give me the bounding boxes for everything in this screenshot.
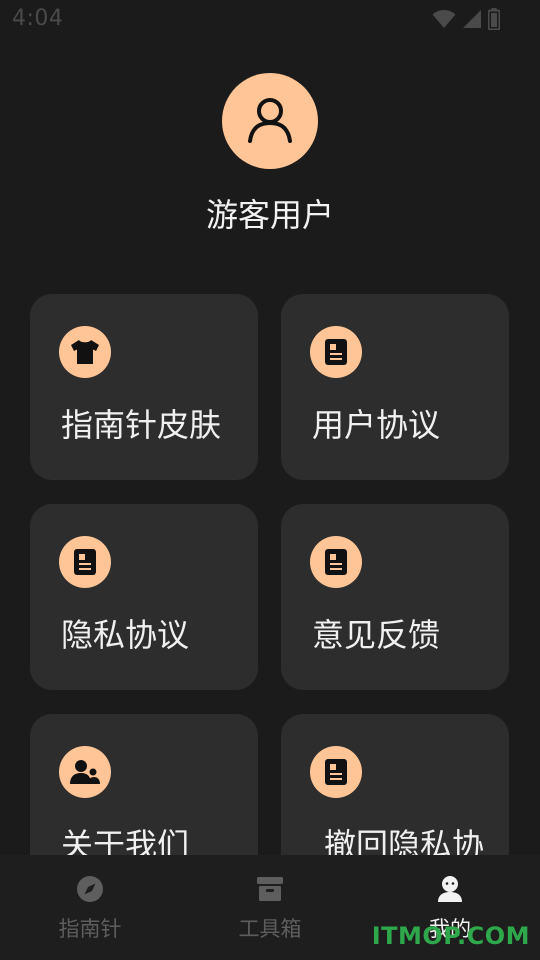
card-label: 关于我们 (61, 826, 190, 855)
card-privacy-policy[interactable]: 隐私协议 (30, 504, 258, 690)
document-icon (310, 536, 362, 588)
battery-icon (488, 8, 500, 30)
people-icon (59, 746, 111, 798)
document-icon (59, 536, 111, 588)
card-label: 隐私协议 (61, 616, 190, 654)
card-revoke-privacy[interactable]: 撤回隐私协 (281, 714, 509, 855)
card-compass-skin[interactable]: 指南针皮肤 (30, 294, 258, 480)
card-user-agreement[interactable]: 用户协议 (281, 294, 509, 480)
nav-label: 指南针 (58, 917, 122, 941)
user-icon (242, 91, 298, 151)
nav-item-compass[interactable]: 指南针 (0, 855, 180, 960)
document-icon (310, 746, 362, 798)
settings-grid: 指南针皮肤 用户协议 隐私协议 意见反馈 关于我们 撤回隐私协 (30, 294, 510, 855)
toolbox-icon (256, 875, 284, 903)
cellular-icon (462, 9, 482, 29)
status-bar: 4:04 (0, 0, 540, 36)
card-label: 用户协议 (312, 406, 441, 444)
compass-icon (76, 875, 104, 903)
avatar[interactable] (222, 73, 318, 169)
watermark: ITMOP.COM (371, 922, 530, 950)
nav-label: 工具箱 (238, 917, 302, 941)
card-label: 指南针皮肤 (61, 406, 222, 444)
card-about-us[interactable]: 关于我们 (30, 714, 258, 855)
document-icon (310, 326, 362, 378)
card-label: 撤回隐私协 (324, 826, 485, 855)
profile-icon (436, 875, 464, 903)
username: 游客用户 (205, 196, 334, 234)
card-label: 意见反馈 (312, 616, 441, 654)
status-time: 4:04 (12, 6, 64, 31)
status-icons (432, 8, 500, 30)
wifi-icon (432, 9, 456, 29)
tshirt-icon (59, 326, 111, 378)
nav-item-toolbox[interactable]: 工具箱 (180, 855, 360, 960)
card-feedback[interactable]: 意见反馈 (281, 504, 509, 690)
